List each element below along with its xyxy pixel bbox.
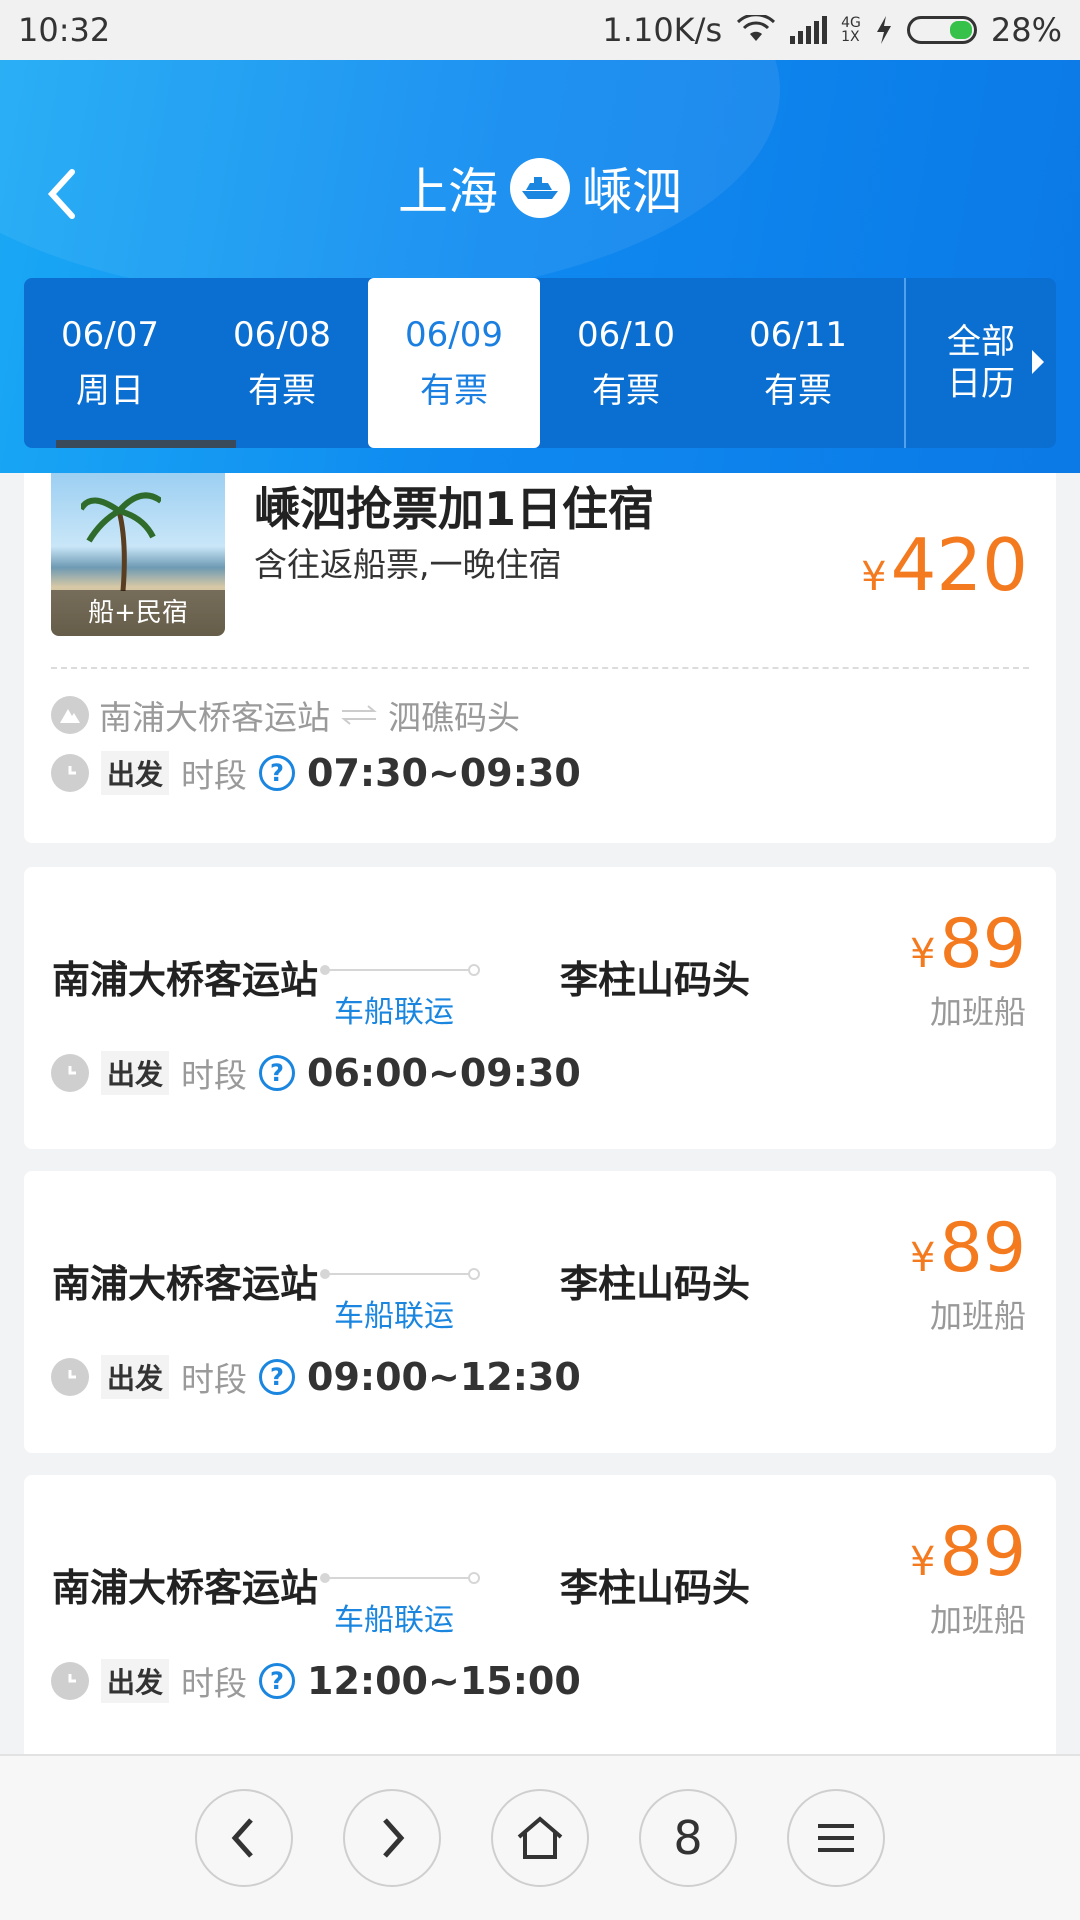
chevron-right-icon — [383, 1818, 405, 1858]
home-button[interactable] — [491, 1789, 589, 1887]
departure-time-row: 出发 时段 ? 07:30~09:30 — [51, 749, 581, 797]
divider — [51, 667, 1029, 669]
trip-price: ¥89 — [910, 1209, 1026, 1288]
departure-station: 南浦大桥客运站 — [52, 1566, 319, 1610]
destination-city: 嵊泗 — [582, 163, 682, 221]
home-icon — [517, 1816, 563, 1859]
help-icon[interactable]: ? — [259, 1359, 296, 1395]
extra-ship-label: 加班船 — [929, 1297, 1026, 1335]
forward-button[interactable] — [343, 1789, 441, 1887]
transfer-type: 车船联运 — [334, 1299, 454, 1334]
all-calendar-button[interactable]: 全部 日历 — [904, 278, 1056, 448]
route-line — [320, 1268, 480, 1280]
route-title: 上海 嵊泗 — [0, 152, 1080, 224]
menu-button[interactable] — [787, 1789, 885, 1887]
package-price: ¥420 — [861, 523, 1028, 607]
charging-icon — [876, 16, 891, 44]
package-route: 南浦大桥客运站 泗礁码头 — [51, 691, 520, 739]
package-subtitle: 含往返船票,一晚住宿 — [254, 545, 562, 584]
network-type: 4G 1X — [841, 15, 861, 45]
transfer-type: 车船联运 — [334, 995, 454, 1030]
date-tab[interactable]: 06/07 周日 — [24, 278, 236, 448]
extra-ship-label: 加班船 — [929, 993, 1026, 1031]
trip-card[interactable]: 南浦大桥客运站 车船联运 李柱山码头 ¥89 加班船 出发 时段 ? 06:00… — [24, 867, 1056, 1149]
arrival-station: 李柱山码头 — [560, 1566, 751, 1610]
transfer-type: 车船联运 — [334, 1603, 454, 1638]
clock-icon — [51, 1054, 89, 1092]
palm-tree-icon — [81, 492, 161, 591]
arrival-station: 李柱山码头 — [560, 958, 751, 1002]
date-tab[interactable]: 06/11 有票 — [712, 278, 884, 448]
package-card[interactable]: 船+民宿 嵊泗抢票加1日住宿 含往返船票,一晚住宿 ¥420 南浦大桥客运站 泗… — [24, 473, 1056, 843]
signal-icon — [790, 16, 828, 44]
trip-card[interactable]: 南浦大桥客运站 车船联运 李柱山码头 ¥89 加班船 出发 时段 ? 09:00… — [24, 1171, 1056, 1453]
status-time: 10:32 — [18, 11, 111, 49]
departure-time-row: 出发 时段 ? 12:00~15:00 — [51, 1657, 581, 1705]
network-speed: 1.10K/s — [602, 11, 723, 49]
trip-card[interactable]: 南浦大桥客运站 车船联运 李柱山码头 ¥89 加班船 出发 时段 ? 12:00… — [24, 1475, 1056, 1754]
back-button[interactable] — [195, 1789, 293, 1887]
wifi-icon — [737, 15, 776, 41]
clock-icon — [51, 1358, 89, 1396]
clock-icon — [51, 754, 89, 792]
mountain-icon — [51, 696, 89, 734]
arrow-right-icon — [1032, 350, 1044, 374]
swap-icon — [341, 705, 377, 725]
chevron-left-icon — [231, 1818, 253, 1858]
arrival-station: 李柱山码头 — [560, 1262, 751, 1306]
date-tabs: 06/07 周日 06/08 有票 06/09 有票 06/10 有票 06/1… — [24, 278, 1056, 448]
help-icon[interactable]: ? — [259, 1663, 296, 1699]
browser-toolbar: 8 — [0, 1754, 1080, 1920]
help-icon[interactable]: ? — [259, 1055, 296, 1091]
route-line — [320, 964, 480, 976]
help-icon[interactable]: ? — [259, 755, 296, 791]
date-tab[interactable]: 06/08 有票 — [196, 278, 368, 448]
menu-icon — [818, 1824, 854, 1852]
package-title: 嵊泗抢票加1日住宿 — [254, 482, 655, 536]
date-tab-selected[interactable]: 06/09 有票 — [368, 278, 540, 448]
date-tab[interactable]: 06/10 有票 — [540, 278, 712, 448]
status-bar: 10:32 1.10K/s 4G 1X 28% — [0, 0, 1080, 60]
trip-price: ¥89 — [910, 905, 1026, 984]
package-image: 船+民宿 — [51, 473, 225, 636]
departure-station: 南浦大桥客运站 — [52, 1262, 319, 1306]
battery-percent: 28% — [990, 11, 1062, 49]
departure-station: 南浦大桥客运站 — [52, 958, 319, 1002]
header: 上海 嵊泗 06/07 周日 06/08 有票 06/09 有票 06/10 有… — [0, 60, 1080, 473]
departure-time-row: 出发 时段 ? 09:00~12:30 — [51, 1353, 581, 1401]
origin-city: 上海 — [398, 163, 498, 221]
tabs-button[interactable]: 8 — [639, 1789, 737, 1887]
departure-time-row: 出发 时段 ? 06:00~09:30 — [51, 1049, 581, 1097]
route-line — [320, 1572, 480, 1584]
trip-price: ¥89 — [910, 1513, 1026, 1592]
battery-icon — [906, 16, 977, 44]
ship-icon — [510, 158, 570, 218]
extra-ship-label: 加班船 — [929, 1601, 1026, 1639]
clock-icon — [51, 1662, 89, 1700]
